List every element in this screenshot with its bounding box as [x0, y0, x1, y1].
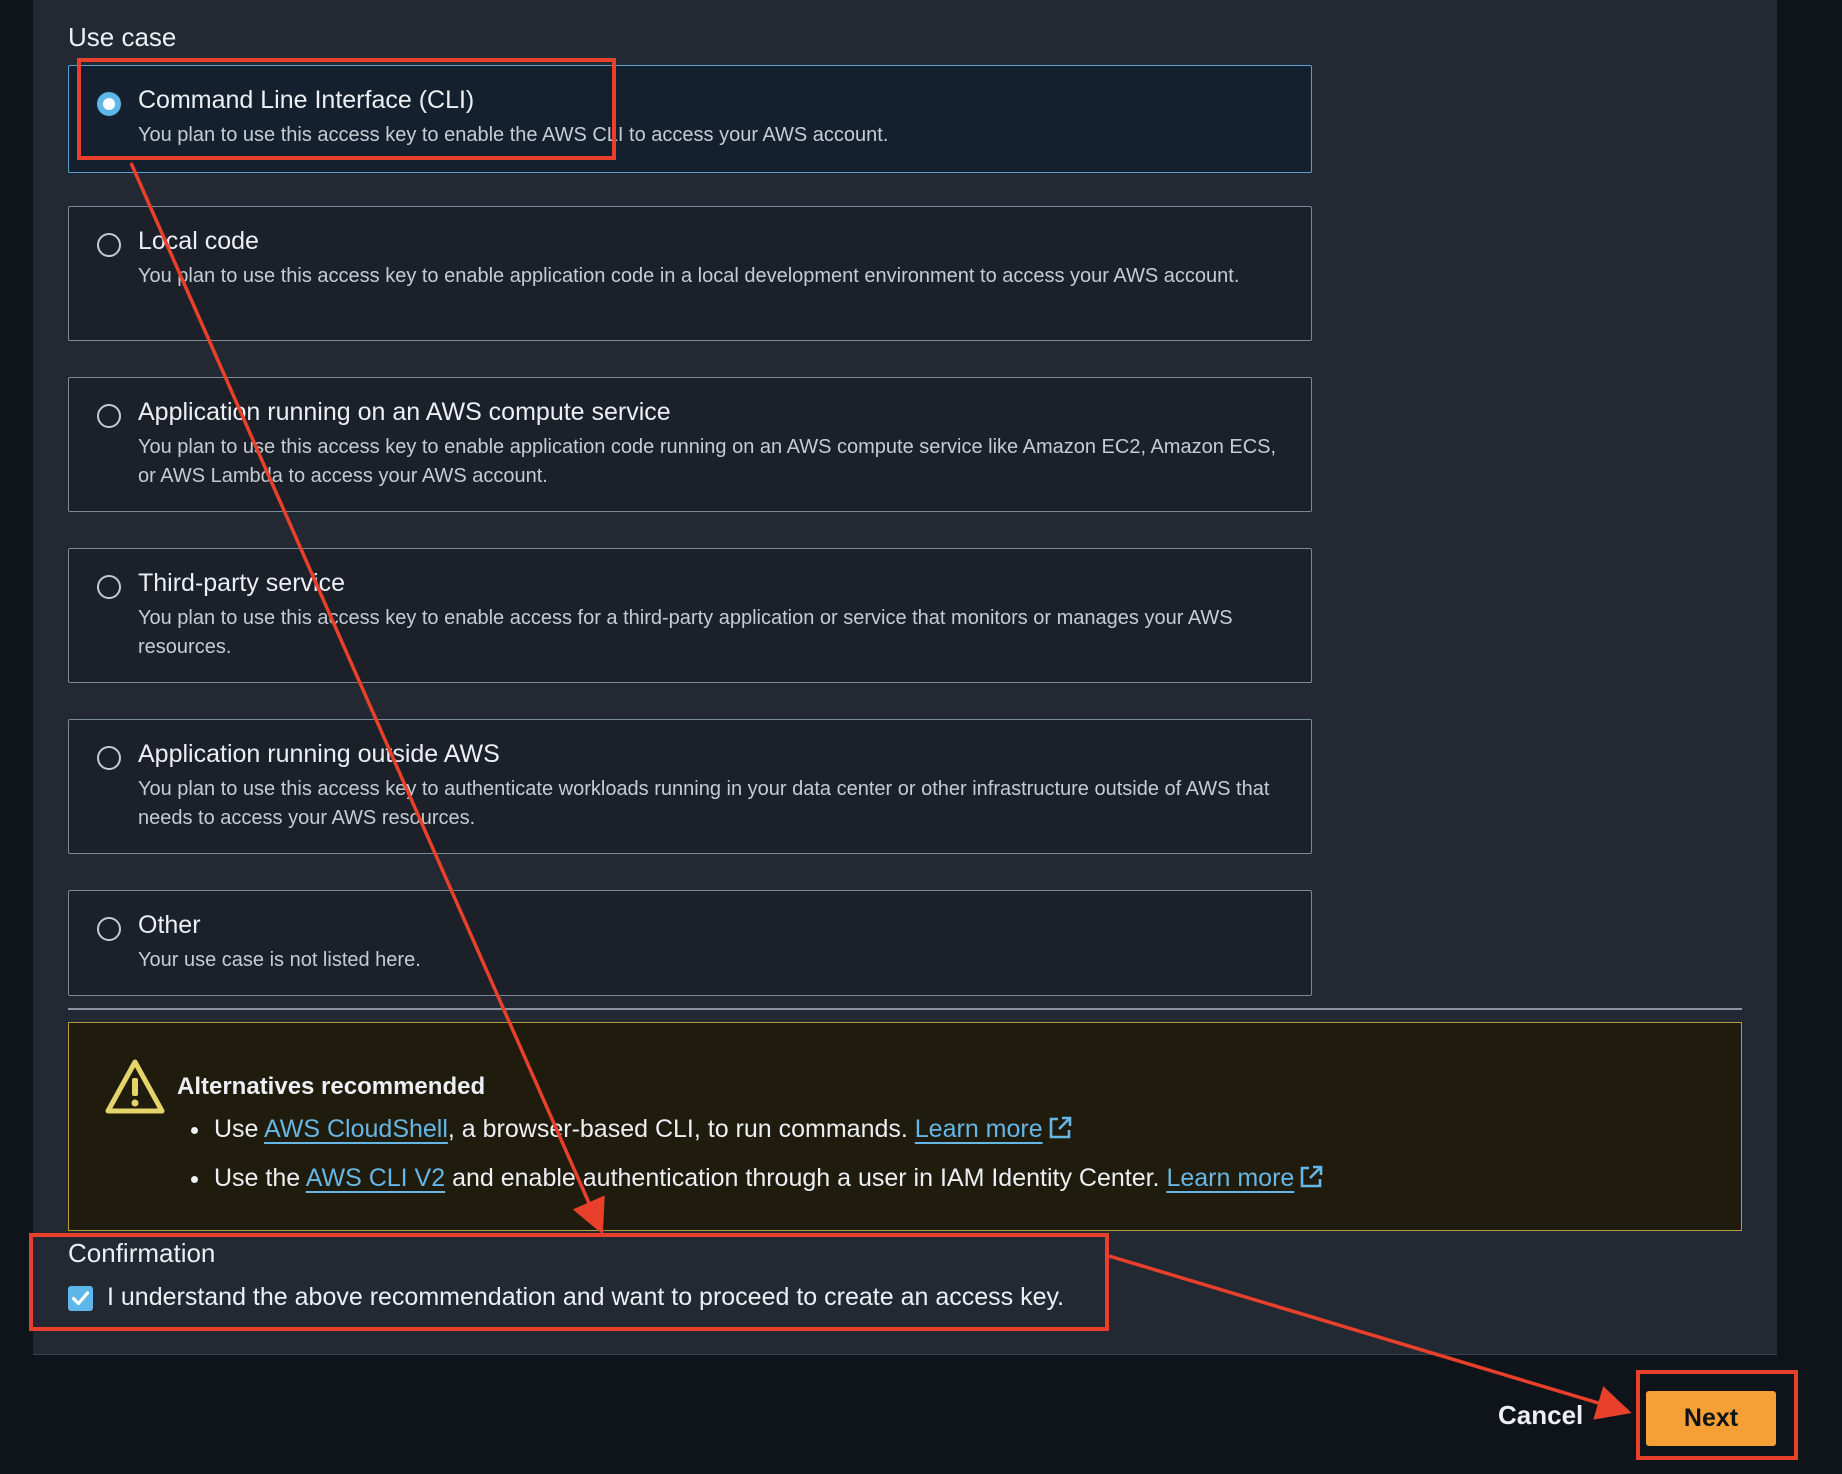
confirmation-heading: Confirmation: [68, 1238, 216, 1268]
alternatives-alert: Alternatives recommended Use AWS CloudSh…: [68, 1022, 1742, 1231]
radio-button[interactable]: [97, 746, 121, 770]
radio-button-selected[interactable]: [97, 92, 121, 116]
cancel-button[interactable]: Cancel: [1498, 1400, 1583, 1431]
radio-button[interactable]: [97, 917, 121, 941]
option-title: Application running on an AWS compute se…: [138, 398, 671, 426]
radio-button[interactable]: [97, 404, 121, 428]
option-title: Other: [138, 911, 201, 939]
radio-button[interactable]: [97, 575, 121, 599]
option-description: You plan to use this access key to enabl…: [138, 124, 889, 146]
option-title: Third-party service: [138, 569, 345, 597]
checkmark-icon: [71, 1291, 90, 1306]
option-third-party[interactable]: Third-party service You plan to use this…: [68, 548, 1312, 683]
option-description: You plan to use this access key to enabl…: [138, 265, 1240, 287]
option-description: You plan to use this access key to authe…: [138, 778, 1270, 829]
external-link-icon[interactable]: [1298, 1164, 1324, 1190]
list-item: Use the AWS CLI V2 and enable authentica…: [189, 1154, 1324, 1203]
option-title: Local code: [138, 227, 259, 255]
option-local-code[interactable]: Local code You plan to use this access k…: [68, 206, 1312, 341]
option-outside-aws[interactable]: Application running outside AWS You plan…: [68, 719, 1312, 854]
item-prefix: Use: [214, 1115, 265, 1143]
option-other[interactable]: Other Your use case is not listed here.: [68, 890, 1312, 996]
confirm-checkbox[interactable]: [68, 1286, 93, 1311]
alert-title: Alternatives recommended: [177, 1073, 486, 1100]
option-description: Your use case is not listed here.: [138, 949, 421, 971]
option-cli[interactable]: Command Line Interface (CLI) You plan to…: [68, 65, 1312, 173]
aws-cli-v2-link[interactable]: AWS CLI V2: [306, 1164, 445, 1192]
item-prefix: Use the: [214, 1164, 306, 1192]
item-suffix: , a browser-based CLI, to run commands.: [447, 1115, 915, 1143]
learn-more-link[interactable]: Learn more: [1166, 1164, 1294, 1192]
confirm-checkbox-label[interactable]: I understand the above recommendation an…: [107, 1283, 1064, 1312]
next-button[interactable]: Next: [1646, 1391, 1776, 1446]
option-description: You plan to use this access key to enabl…: [138, 607, 1233, 658]
option-description: You plan to use this access key to enabl…: [138, 436, 1277, 487]
radio-button[interactable]: [97, 233, 121, 257]
warning-icon: [105, 1059, 165, 1114]
use-case-heading: Use case: [68, 22, 177, 52]
option-title: Command Line Interface (CLI): [138, 86, 475, 114]
item-suffix: and enable authentication through a user…: [445, 1164, 1167, 1192]
aws-cloudshell-link[interactable]: AWS CloudShell: [264, 1115, 448, 1143]
external-link-icon[interactable]: [1047, 1115, 1073, 1141]
list-item: Use AWS CloudShell, a browser-based CLI,…: [189, 1105, 1324, 1154]
option-aws-compute[interactable]: Application running on an AWS compute se…: [68, 377, 1312, 512]
learn-more-link[interactable]: Learn more: [915, 1115, 1043, 1143]
section-divider: [68, 1008, 1742, 1010]
alternatives-list: Use AWS CloudShell, a browser-based CLI,…: [189, 1105, 1324, 1203]
option-title: Application running outside AWS: [138, 740, 500, 768]
